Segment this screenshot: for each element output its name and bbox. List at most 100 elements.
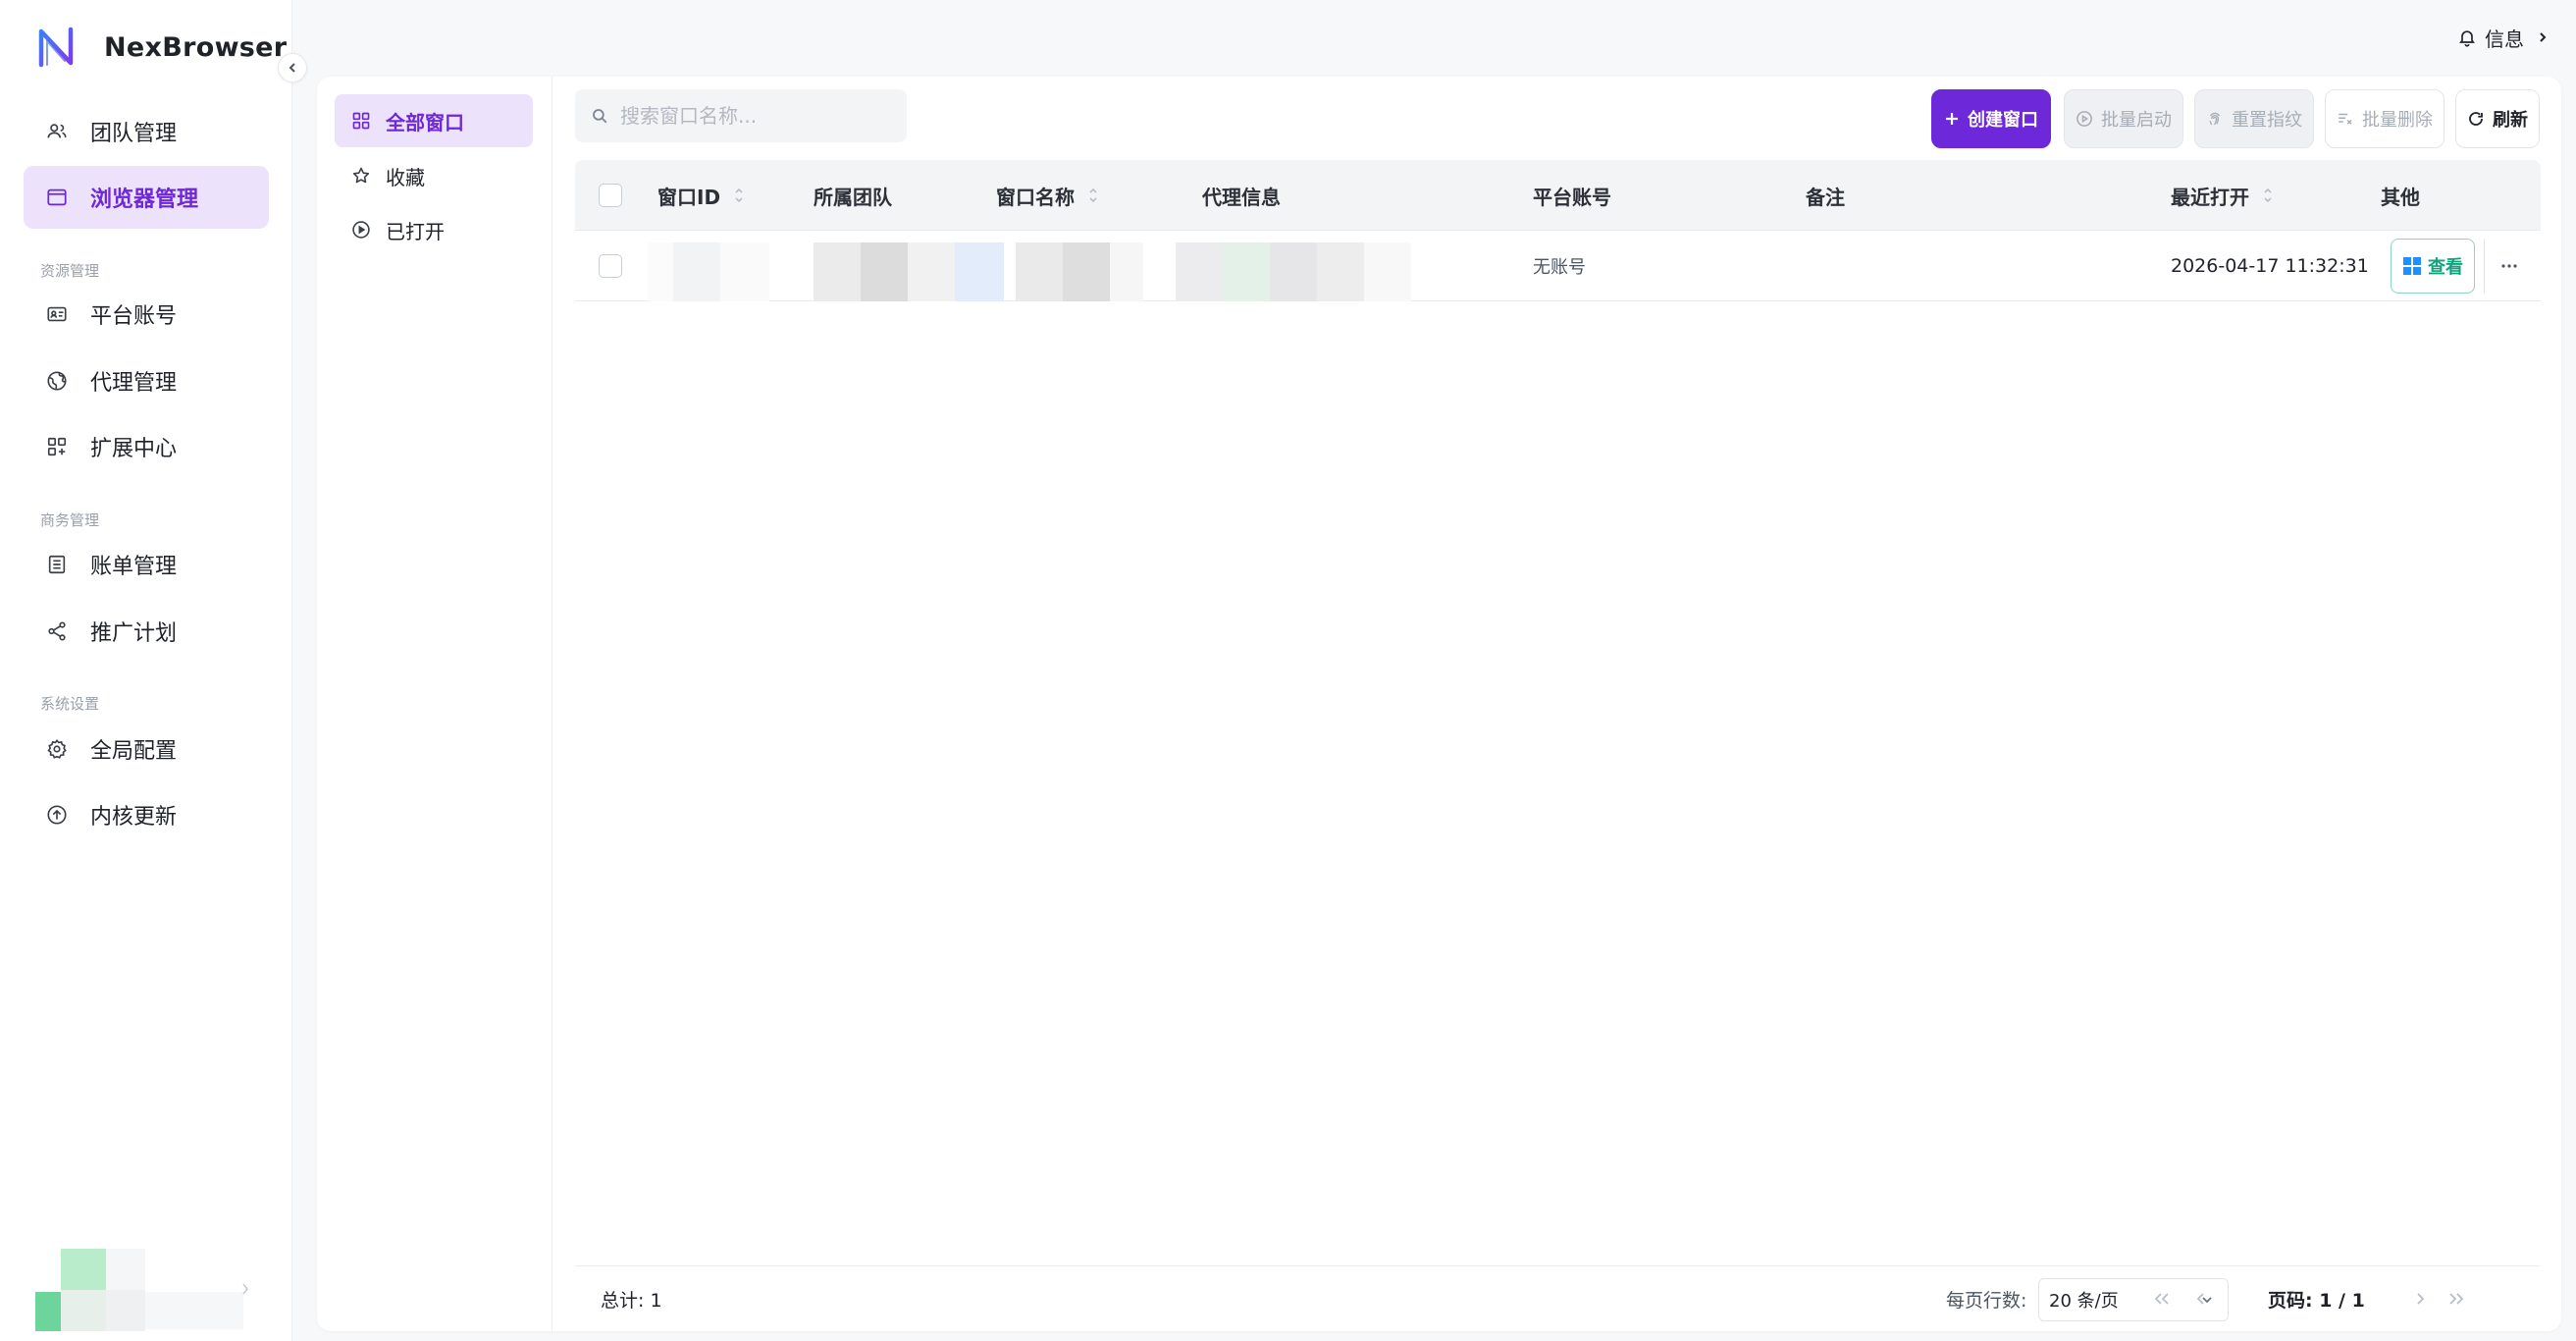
sort-icon bbox=[2264, 188, 2272, 203]
sidebar-item-team[interactable]: 团队管理 bbox=[24, 100, 269, 163]
sidebar: NexBrowser 团队管理 浏览器管理 资源管理 平台账号 代理管理 扩展中… bbox=[0, 0, 292, 1341]
sidebar-item-label: 团队管理 bbox=[90, 122, 178, 146]
reset-fingerprint-button[interactable]: 重置指纹 bbox=[2194, 89, 2314, 148]
chevron-left-icon bbox=[289, 63, 295, 73]
column-header-last-opened[interactable]: 最近打开 bbox=[2171, 160, 2273, 231]
user-profile-blurred[interactable] bbox=[35, 1249, 251, 1331]
sidebar-item-label: 浏览器管理 bbox=[90, 188, 199, 212]
sidebar-item-label: 平台账号 bbox=[90, 304, 178, 329]
play-circle-icon bbox=[2076, 110, 2093, 128]
last-page-button[interactable] bbox=[2442, 1284, 2471, 1314]
refresh-icon bbox=[2467, 110, 2485, 128]
sidebar-item-label: 代理管理 bbox=[90, 371, 178, 396]
sort-icon bbox=[1089, 188, 1097, 203]
search-input[interactable] bbox=[620, 104, 885, 128]
column-header-window-id[interactable]: 窗口ID bbox=[657, 160, 744, 231]
sort-icon bbox=[735, 188, 743, 203]
chevron-left-icon bbox=[2196, 1293, 2204, 1305]
create-window-label: 创建窗口 bbox=[1968, 110, 2038, 131]
rows-per-page-value: 20 条/页 bbox=[2049, 1291, 2119, 1312]
globe-icon bbox=[45, 369, 69, 393]
section-title: 商务管理 bbox=[40, 511, 100, 529]
gear-icon bbox=[45, 737, 69, 761]
view-label: 查看 bbox=[2428, 257, 2463, 278]
next-page-button[interactable] bbox=[2405, 1284, 2435, 1314]
filter-opened[interactable]: 已打开 bbox=[335, 203, 533, 256]
filter-favorites[interactable]: 收藏 bbox=[335, 149, 533, 202]
column-header-platform-account: 平台账号 bbox=[1533, 160, 1611, 231]
windows-icon bbox=[2403, 257, 2421, 275]
browser-window-panel: 全部窗口 收藏 已打开 创建窗口 批量启动 bbox=[317, 77, 2561, 1331]
refresh-label: 刷新 bbox=[2493, 110, 2528, 131]
batch-start-button[interactable]: 批量启动 bbox=[2064, 89, 2183, 148]
bell-icon bbox=[2459, 30, 2475, 47]
notification-label: 信息 bbox=[2485, 27, 2524, 51]
column-header-other: 其他 bbox=[2381, 160, 2420, 231]
app-logo-icon bbox=[38, 27, 74, 68]
more-horizontal-icon bbox=[2500, 264, 2517, 268]
sidebar-item-proxy[interactable]: 代理管理 bbox=[24, 349, 269, 412]
create-window-button[interactable]: 创建窗口 bbox=[1931, 89, 2051, 148]
first-page-button[interactable] bbox=[2147, 1284, 2177, 1314]
sidebar-item-referral[interactable]: 推广计划 bbox=[24, 600, 269, 663]
window-table: 窗口ID 所属团队 窗口名称 代理信息 平台账号 备注 最近打开 其他 无账号 … bbox=[575, 160, 2541, 301]
team-blurred bbox=[814, 242, 1010, 301]
clear-list-icon bbox=[2337, 110, 2354, 128]
column-label: 窗口ID bbox=[657, 185, 721, 209]
sidebar-item-label: 扩展中心 bbox=[90, 437, 178, 461]
table-footer: 总计: 1 每页行数: 20 条/页 页码: 1 / 1 bbox=[575, 1265, 2541, 1331]
notification-button[interactable]: 信息 bbox=[2445, 18, 2561, 57]
users-icon bbox=[45, 120, 69, 143]
column-label: 平台账号 bbox=[1533, 185, 1611, 209]
proxy-info-blurred bbox=[1176, 242, 1411, 301]
brand[interactable]: NexBrowser bbox=[35, 24, 287, 71]
window-icon bbox=[45, 186, 69, 209]
window-search[interactable] bbox=[575, 89, 907, 142]
filter-label: 已打开 bbox=[386, 219, 445, 243]
section-title: 系统设置 bbox=[40, 695, 100, 713]
sidebar-item-label: 账单管理 bbox=[90, 555, 178, 579]
row-more-button[interactable] bbox=[2484, 239, 2533, 294]
window-id-blurred bbox=[648, 242, 769, 301]
row-checkbox[interactable] bbox=[599, 254, 622, 278]
share-icon bbox=[45, 619, 69, 643]
reset-fingerprint-label: 重置指纹 bbox=[2232, 110, 2302, 131]
column-header-note: 备注 bbox=[1806, 160, 1845, 231]
sidebar-item-billing[interactable]: 账单管理 bbox=[24, 533, 269, 596]
bill-icon bbox=[45, 553, 69, 576]
sidebar-item-kernel-update[interactable]: 内核更新 bbox=[24, 783, 269, 846]
sidebar-collapse-button[interactable] bbox=[278, 53, 307, 82]
column-label: 代理信息 bbox=[1202, 185, 1281, 209]
chevrons-right-icon bbox=[2449, 1293, 2464, 1305]
prev-page-button[interactable] bbox=[2186, 1284, 2216, 1314]
upgrade-icon bbox=[45, 803, 69, 827]
batch-delete-button[interactable]: 批量删除 bbox=[2325, 89, 2445, 148]
plus-icon bbox=[1944, 111, 1960, 127]
sidebar-item-platform-account[interactable]: 平台账号 bbox=[24, 283, 269, 346]
select-all-checkbox[interactable] bbox=[599, 184, 622, 207]
table-header: 窗口ID 所属团队 窗口名称 代理信息 平台账号 备注 最近打开 其他 bbox=[575, 160, 2541, 231]
filter-all-windows[interactable]: 全部窗口 bbox=[335, 94, 533, 147]
star-icon bbox=[350, 165, 372, 187]
sidebar-item-label: 全局配置 bbox=[90, 739, 178, 764]
column-header-team: 所属团队 bbox=[814, 160, 892, 231]
sidebar-item-global-config[interactable]: 全局配置 bbox=[24, 718, 269, 780]
column-header-proxy: 代理信息 bbox=[1202, 160, 1281, 231]
section-title: 资源管理 bbox=[40, 262, 100, 280]
column-label: 最近打开 bbox=[2171, 185, 2249, 209]
search-icon bbox=[593, 109, 607, 124]
view-window-button[interactable]: 查看 bbox=[2391, 239, 2475, 294]
sidebar-item-browser[interactable]: 浏览器管理 bbox=[24, 166, 269, 229]
refresh-button[interactable]: 刷新 bbox=[2455, 89, 2540, 148]
rows-per-page-label: 每页行数: bbox=[1946, 1289, 2027, 1312]
chevron-right-icon bbox=[2540, 32, 2547, 42]
batch-delete-label: 批量删除 bbox=[2362, 110, 2433, 131]
sidebar-item-extensions[interactable]: 扩展中心 bbox=[24, 415, 269, 478]
column-header-window-name[interactable]: 窗口名称 bbox=[996, 160, 1098, 231]
last-opened-cell: 2026-04-17 11:32:31 bbox=[2171, 255, 2369, 277]
chevron-right-icon bbox=[2417, 1293, 2425, 1305]
window-filter-list: 全部窗口 收藏 已打开 bbox=[317, 77, 552, 1331]
sidebar-item-label: 内核更新 bbox=[90, 805, 178, 830]
table-row[interactable]: 无账号 2026-04-17 11:32:31 查看 bbox=[575, 231, 2541, 301]
page-indicator: 页码: 1 / 1 bbox=[2268, 1289, 2365, 1312]
